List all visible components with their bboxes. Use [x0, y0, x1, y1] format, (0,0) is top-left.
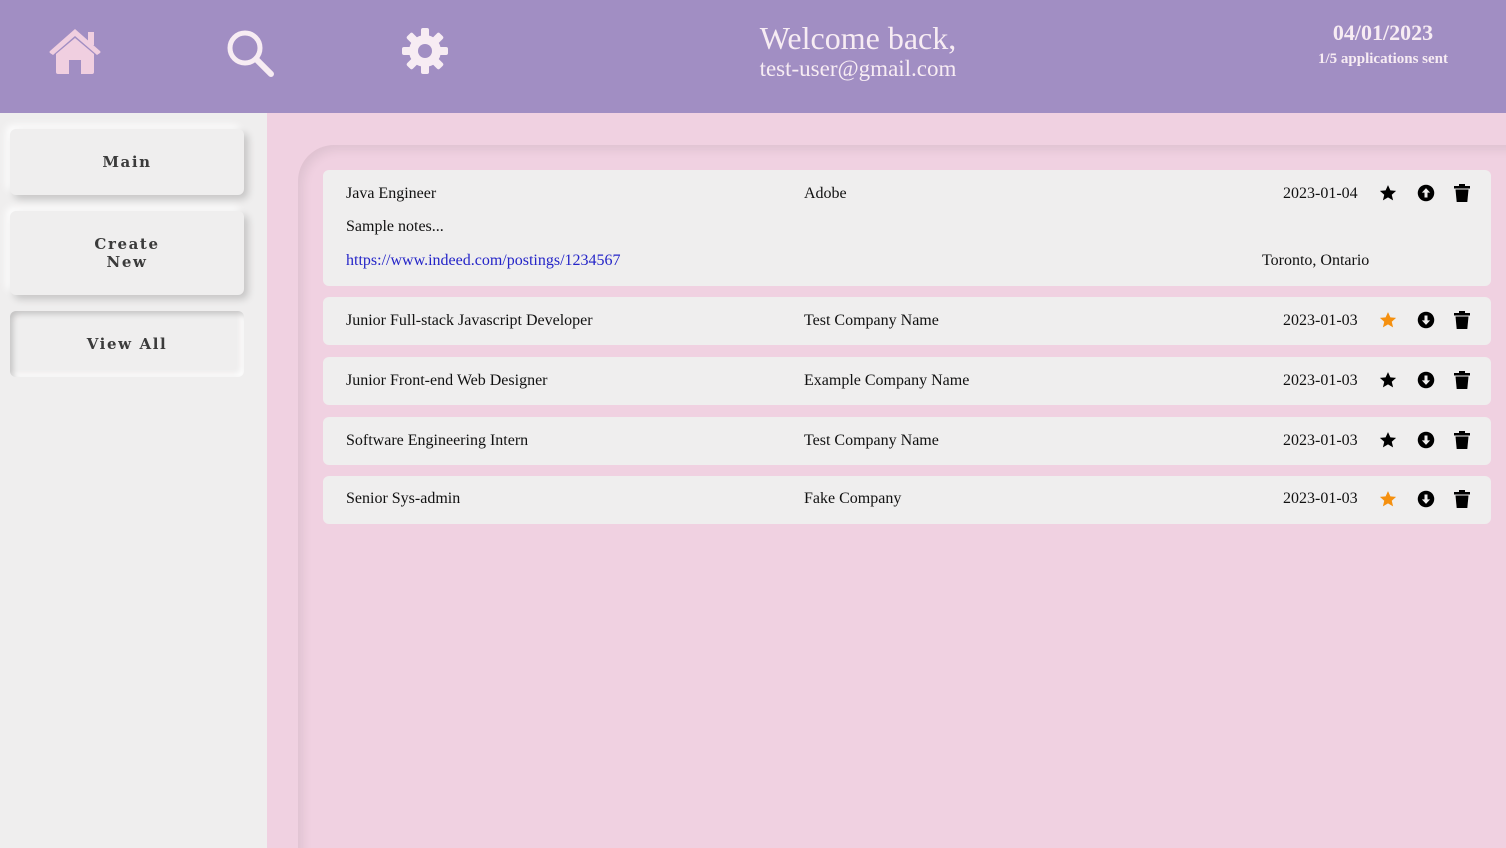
star-icon[interactable] [1379, 371, 1397, 389]
job-title: Junior Full-stack Javascript Developer [346, 312, 593, 329]
star-icon[interactable] [1379, 490, 1397, 508]
sidebar-item-main[interactable]: Main [10, 129, 244, 195]
trash-icon[interactable] [1454, 184, 1470, 202]
sidebar-item-label: View All [86, 335, 168, 353]
application-date: 2023-01-04 [1283, 185, 1358, 202]
star-icon[interactable] [1379, 311, 1397, 329]
application-date: 2023-01-03 [1283, 372, 1358, 389]
job-title: Senior Sys-admin [346, 490, 461, 507]
application-card[interactable]: Software Engineering Intern Test Company… [323, 417, 1491, 465]
date-block: 04/01/2023 1/5 applications sent [1290, 20, 1476, 69]
sidebar-item-label: Create New [94, 235, 160, 271]
sidebar-item-label: Main [102, 153, 152, 171]
applications-status: 1/5 applications sent [1317, 51, 1449, 67]
posting-link[interactable]: https://www.indeed.com/postings/1234567 [346, 252, 621, 270]
search-icon[interactable] [225, 28, 275, 78]
expand-arrow-down-icon[interactable] [1417, 371, 1435, 389]
application-card[interactable]: Junior Full-stack Javascript Developer T… [323, 297, 1491, 345]
company-name: Test Company Name [804, 312, 939, 329]
current-date: 04/01/2023 [1332, 20, 1434, 45]
job-title: Software Engineering Intern [346, 432, 529, 449]
company-name: Example Company Name [804, 372, 970, 389]
application-card[interactable]: Junior Front-end Web Designer Example Co… [323, 357, 1491, 405]
trash-icon[interactable] [1454, 431, 1470, 449]
welcome-block: Welcome back, test-user@gmail.com [700, 20, 1016, 83]
top-header: Welcome back, test-user@gmail.com 04/01/… [0, 0, 1506, 113]
gear-icon[interactable] [402, 28, 448, 74]
trash-icon[interactable] [1454, 311, 1470, 329]
job-title: Junior Front-end Web Designer [346, 372, 548, 389]
company-name: Adobe [804, 185, 847, 202]
application-date: 2023-01-03 [1283, 490, 1358, 507]
trash-icon[interactable] [1454, 371, 1470, 389]
sidebar: Main Create New View All [0, 113, 267, 848]
home-icon[interactable] [48, 27, 102, 75]
application-date: 2023-01-03 [1283, 312, 1358, 329]
expand-arrow-down-icon[interactable] [1417, 490, 1435, 508]
expand-arrow-down-icon[interactable] [1417, 431, 1435, 449]
welcome-text: Welcome back, [759, 20, 957, 56]
trash-icon[interactable] [1454, 490, 1470, 508]
application-card[interactable]: Java Engineer Adobe 2023-01-04 Sample no… [323, 170, 1491, 286]
star-icon[interactable] [1379, 184, 1397, 202]
user-email: test-user@gmail.com [759, 56, 957, 81]
company-name: Fake Company [804, 490, 902, 507]
job-location: Toronto, Ontario [1262, 252, 1370, 269]
star-icon[interactable] [1379, 431, 1397, 449]
application-notes: Sample notes... [346, 218, 444, 235]
expand-arrow-down-icon[interactable] [1417, 311, 1435, 329]
sidebar-item-create-new[interactable]: Create New [10, 211, 244, 295]
sidebar-item-view-all[interactable]: View All [10, 311, 244, 377]
job-title: Java Engineer [346, 185, 437, 202]
collapse-arrow-up-icon[interactable] [1417, 184, 1435, 202]
application-card[interactable]: Senior Sys-admin Fake Company 2023-01-03 [323, 476, 1491, 524]
company-name: Test Company Name [804, 432, 939, 449]
application-date: 2023-01-03 [1283, 432, 1358, 449]
